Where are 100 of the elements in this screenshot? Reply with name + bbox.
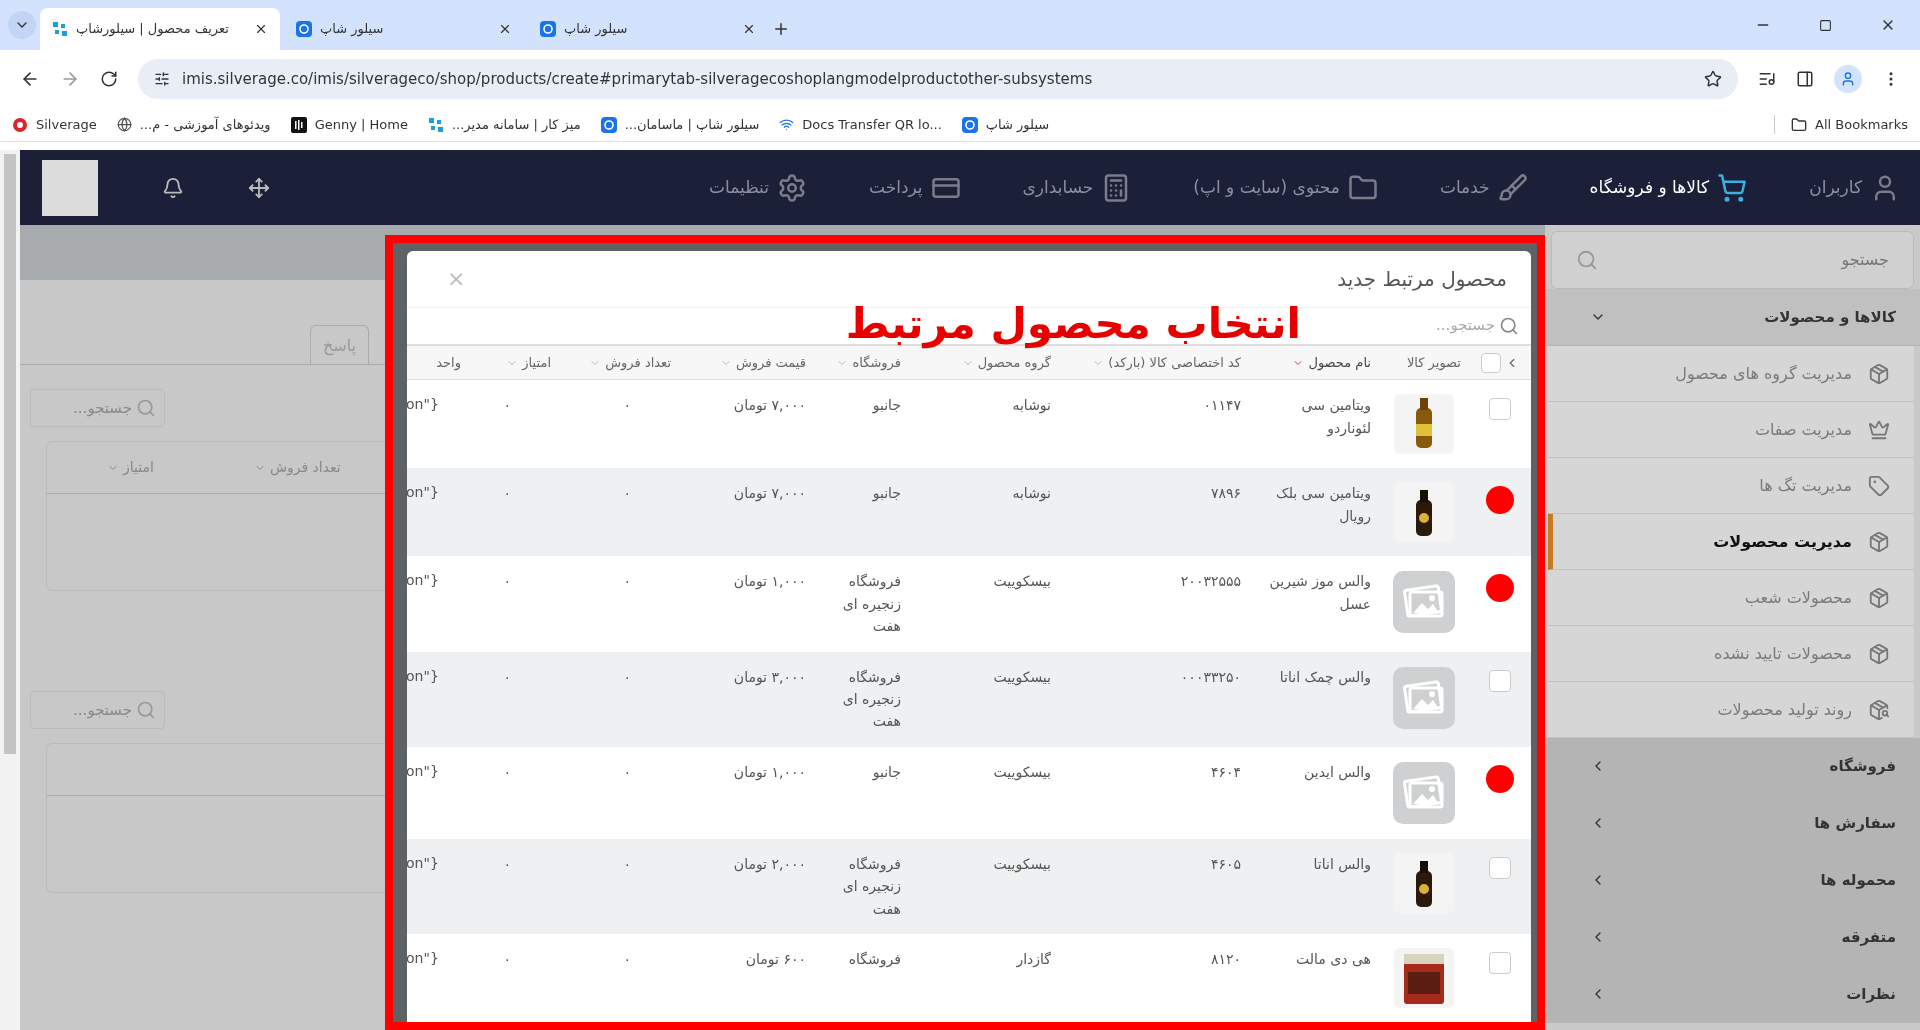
box-icon	[1868, 530, 1890, 553]
url-text: imis.silverage.co/imis/silverageco/shop/products/create#primarytab-silveragecoshoplangmodelproductother-subsystems	[182, 68, 1094, 90]
nav-item[interactable]: محتوی (سایت و اپ)	[1193, 172, 1378, 203]
nav-item[interactable]: پرداخت	[868, 172, 961, 203]
barcode: ۲۰۰۳۲۵۵۵	[1180, 573, 1241, 590]
tab-title: سیلور شاپ	[320, 20, 384, 39]
folder-icon	[1791, 116, 1808, 133]
nav-item[interactable]: کالاها و فروشگاه	[1589, 172, 1748, 203]
nav-item[interactable]: کاربران	[1809, 172, 1900, 203]
search-icon	[136, 398, 156, 418]
close-icon[interactable]	[742, 22, 756, 36]
sales-count: ۰	[623, 484, 632, 504]
image-placeholder-icon	[1392, 760, 1456, 825]
store-name: جانبو	[871, 484, 901, 504]
media-icon[interactable]	[1758, 70, 1776, 88]
column-header[interactable]: تعداد فروش	[589, 352, 671, 373]
profile-avatar[interactable]	[1834, 65, 1862, 93]
move-icon[interactable]	[248, 176, 270, 199]
row-checkbox[interactable]	[1489, 856, 1511, 879]
globe-icon	[116, 117, 132, 132]
bookmark[interactable]: سیلور شاپ | ماسامان...	[600, 114, 760, 135]
bookmark[interactable]: Silverage	[12, 114, 97, 135]
column-header[interactable]: گروه محصول	[961, 352, 1051, 373]
reload-icon[interactable]	[100, 70, 118, 88]
sales-count: ۰	[623, 396, 632, 416]
nav-item[interactable]: حسابداری	[1022, 172, 1132, 203]
score: ۰	[503, 950, 512, 969]
column-header[interactable]: فروشگاه	[836, 352, 901, 373]
store-name: فروشگاه	[847, 950, 901, 970]
barcode: ۰۱۱۴۷	[1203, 397, 1241, 414]
side-panel-icon[interactable]	[1796, 70, 1814, 88]
nav-item[interactable]: تنظیمات	[709, 172, 807, 203]
modal-title: محصول مرتبط جدید	[1337, 265, 1507, 293]
sidebar-group[interactable]: متفرقه	[1545, 909, 1920, 966]
image-placeholder-icon	[1392, 570, 1456, 635]
price: ۶۰۰ تومان	[745, 951, 806, 967]
notification-icon[interactable]	[162, 176, 184, 199]
select-all-checkbox[interactable]	[1481, 352, 1501, 373]
product-name: ویتامین سی لئوناردو	[1301, 397, 1371, 436]
tab-list-button[interactable]	[8, 11, 36, 39]
column-header: تصویر کالا	[1406, 353, 1461, 373]
bookmark[interactable]: میز کار | سامانه مدیر...	[427, 114, 581, 135]
gear-icon	[776, 172, 807, 203]
app-icon	[540, 21, 556, 37]
image-placeholder-icon	[1392, 665, 1456, 730]
all-bookmarks[interactable]: All Bookmarks	[1774, 114, 1908, 135]
row-checkbox[interactable]	[1489, 398, 1511, 421]
browser-tab[interactable]: سیلور شاپ	[528, 8, 768, 50]
selected-marker[interactable]	[1486, 574, 1514, 603]
unit-value: on"}	[407, 571, 440, 591]
waveform-icon	[290, 116, 307, 133]
row-checkbox[interactable]	[1489, 952, 1511, 974]
sidebar-item[interactable]: مدیریت محصولات	[1548, 514, 1914, 570]
bookmark[interactable]: Docs Transfer QR lo...	[779, 114, 942, 135]
unit-value: on"}	[407, 761, 440, 781]
browser-tab[interactable]: تعریف محصول | سیلورشاپ	[40, 8, 280, 50]
site-settings-icon[interactable]	[154, 71, 170, 87]
column-header[interactable]: نام محصول	[1292, 352, 1371, 373]
logo-icon	[52, 21, 68, 37]
sidebar-group[interactable]: فروشگاه	[1545, 738, 1920, 795]
page-scrollbar[interactable]	[0, 150, 20, 1030]
sidebar-group[interactable]: نظرات	[1545, 966, 1920, 1023]
close-icon[interactable]	[498, 22, 512, 36]
price: ۲,۰۰۰ تومان	[733, 855, 806, 872]
unit-value: on"}	[407, 483, 440, 503]
browser-tab[interactable]: سیلور شاپ	[284, 8, 524, 50]
bookmark[interactable]: سیلور شاپ	[961, 114, 1050, 135]
app-icon	[600, 116, 617, 133]
selected-marker[interactable]	[1486, 764, 1514, 793]
bookmark[interactable]: Genny | Home	[290, 114, 408, 135]
sales-count: ۰	[623, 950, 632, 969]
brush-icon	[1497, 172, 1528, 203]
bookmark-star-icon[interactable]	[1704, 70, 1722, 88]
box-icon	[1868, 642, 1890, 665]
sidebar-group[interactable]: کالاها و محصولات	[1545, 289, 1920, 346]
nav-item[interactable]: خدمات	[1439, 172, 1528, 203]
wifi-icon	[779, 117, 795, 132]
selected-marker[interactable]	[1486, 486, 1514, 515]
close-icon[interactable]	[254, 22, 268, 36]
new-tab-icon[interactable]	[772, 20, 790, 38]
score: ۰	[503, 667, 512, 687]
column-header[interactable]: قیمت فروش	[719, 352, 806, 373]
price: ۷,۰۰۰ تومان	[733, 397, 806, 414]
sales-count: ۰	[623, 762, 632, 782]
barcode: ۰۰۰۳۳۲۵۰	[1180, 668, 1241, 685]
column-header[interactable]: امتیاز	[506, 352, 551, 373]
maximize-icon[interactable]	[1819, 18, 1832, 32]
search-icon	[1499, 315, 1519, 336]
product-group: نوشابه	[1012, 397, 1051, 414]
sidebar-group[interactable]: محموله ها	[1545, 852, 1920, 909]
sidebar-group[interactable]: سفارش ها	[1545, 795, 1920, 852]
store-name: جانبو	[871, 396, 901, 416]
address-field[interactable]: imis.silverage.co/imis/silverageco/shop/products/create#primarytab-silveragecoshoplangmodelproductother-subsystems	[138, 59, 1738, 99]
row-checkbox[interactable]	[1489, 669, 1511, 692]
column-header[interactable]: کد اختصاصی کالا (بارکد)	[1092, 352, 1241, 373]
product-group: بیسکوییت	[993, 763, 1051, 780]
sales-count: ۰	[623, 667, 632, 687]
bookmark[interactable]: ویدئوهای آموزشی - م...	[116, 114, 271, 135]
score: ۰	[503, 484, 512, 504]
unit-value: on"}	[407, 853, 440, 873]
